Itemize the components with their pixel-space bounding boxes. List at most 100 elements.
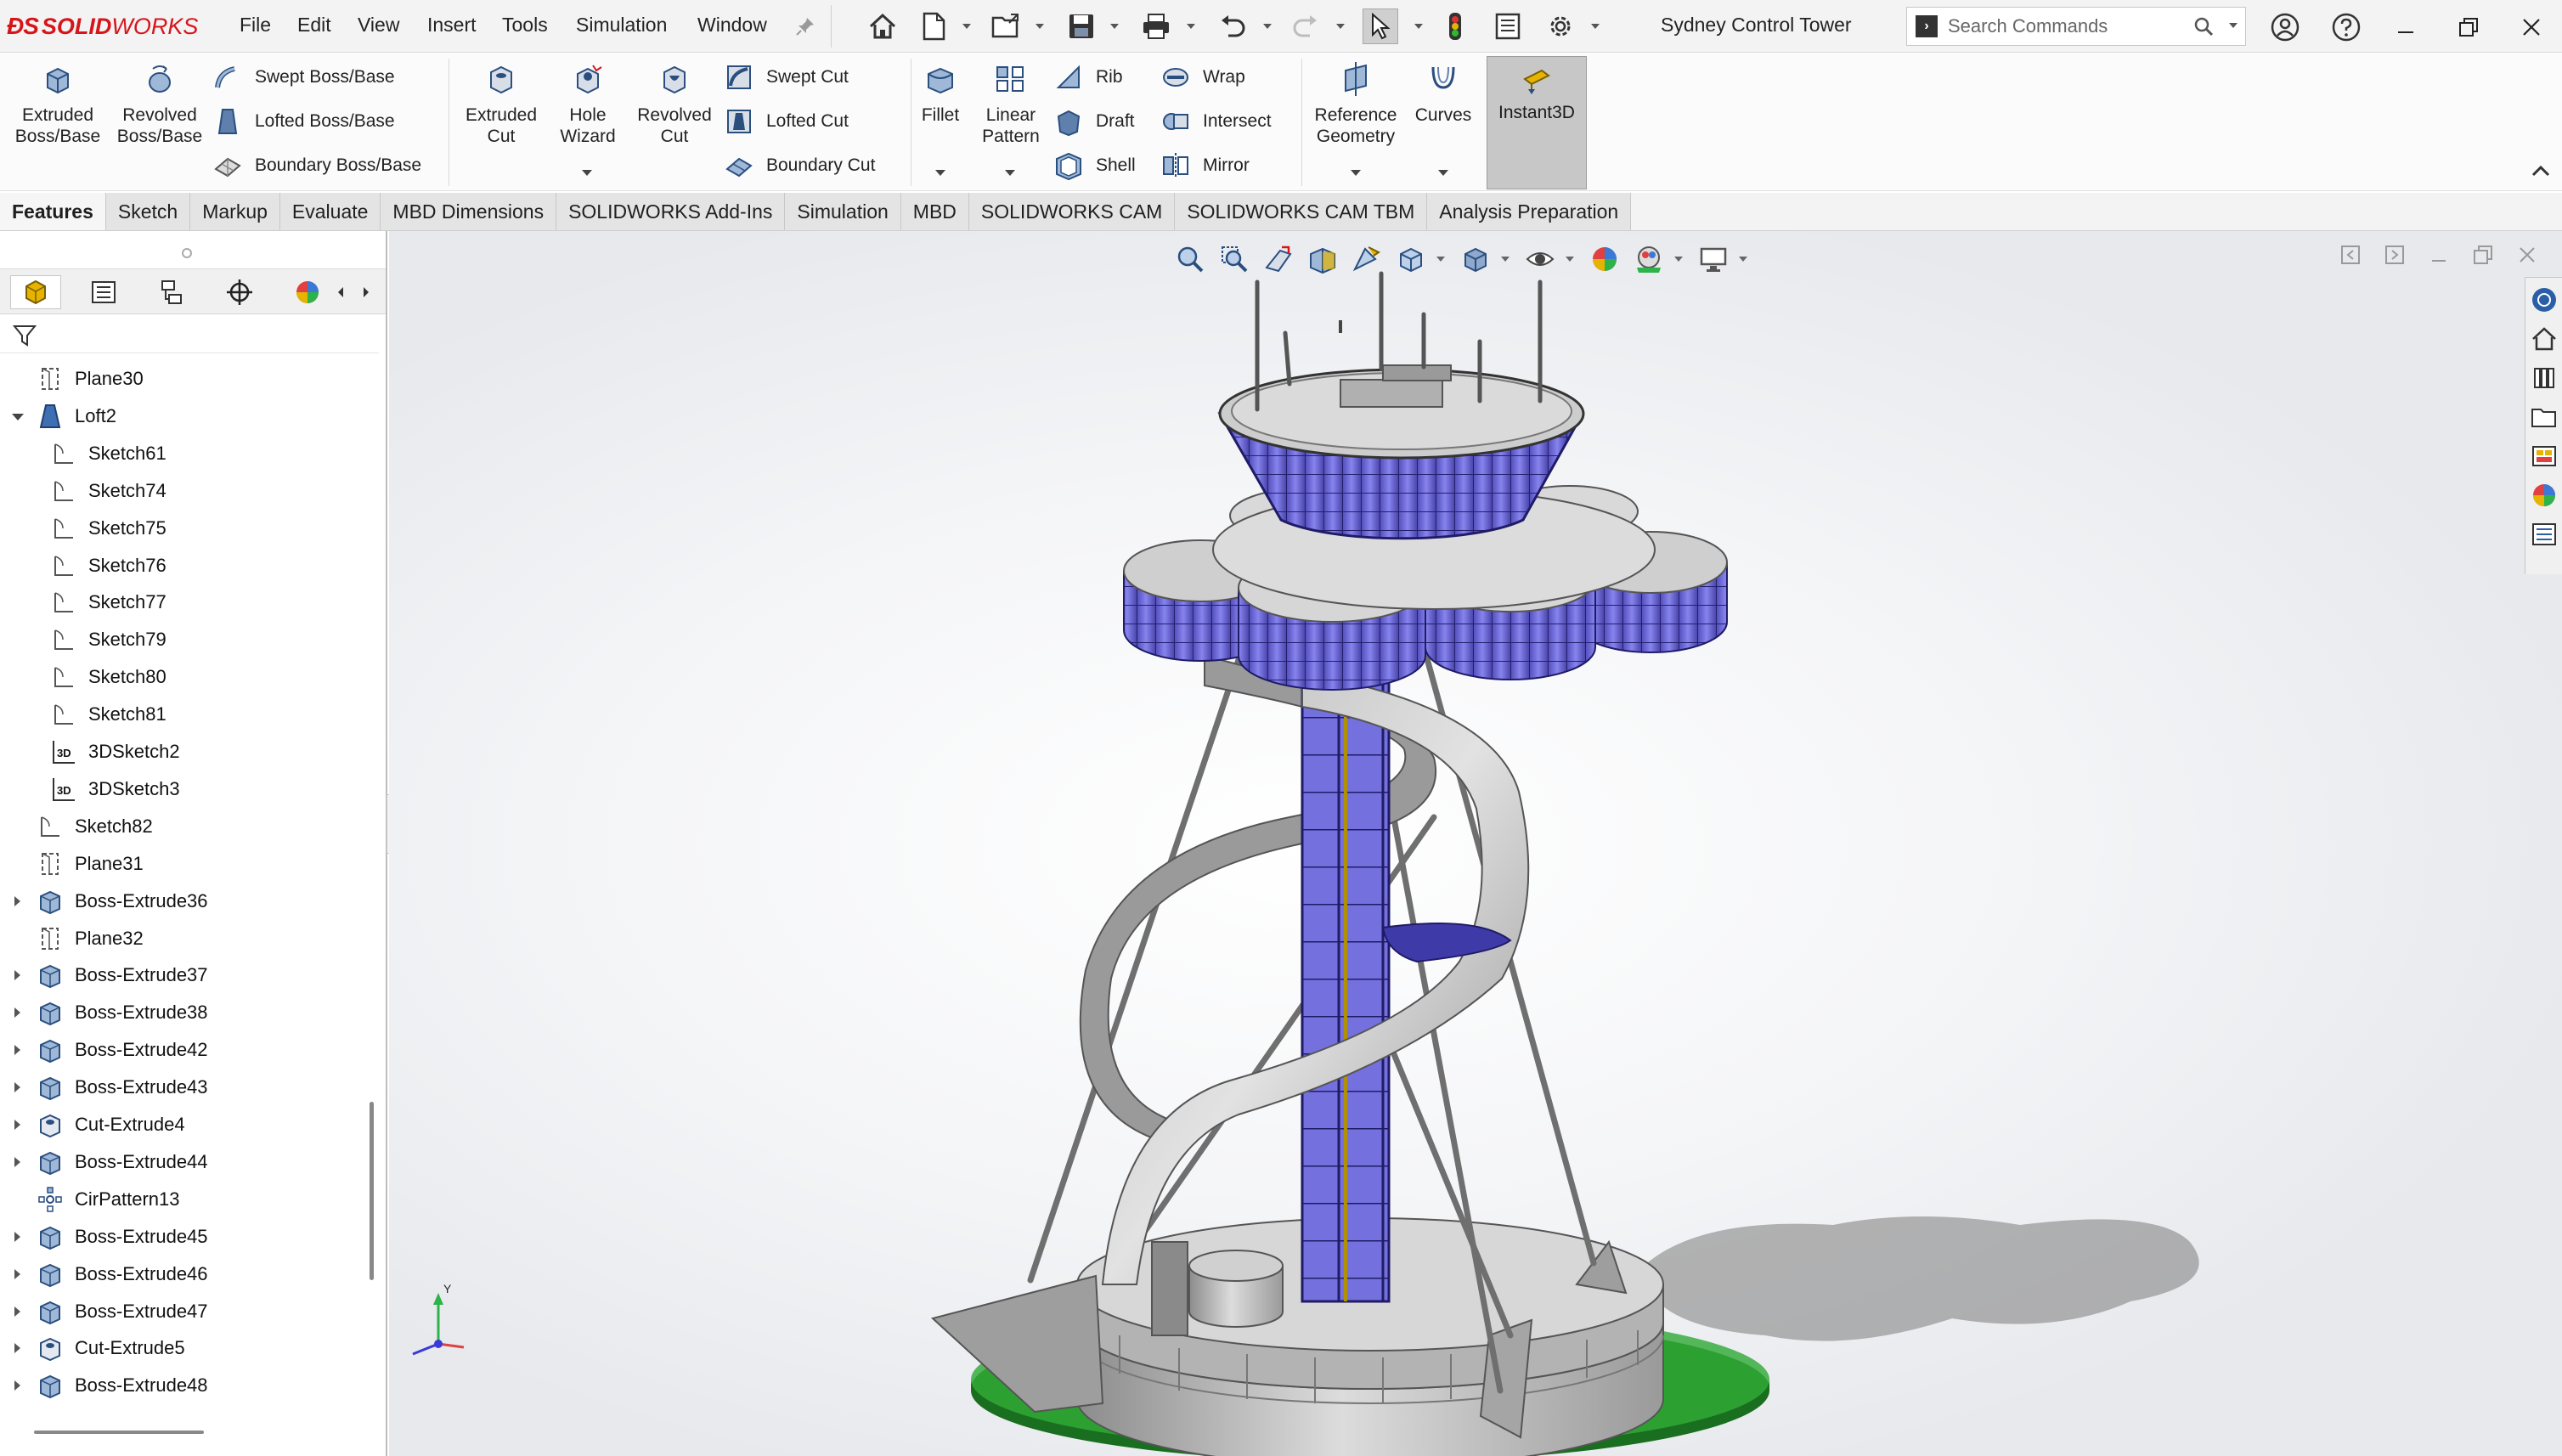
tab-solidworks-cam-tbm[interactable]: SOLIDWORKS CAM TBM bbox=[1175, 193, 1428, 230]
tree-node[interactable]: 3D 3DSketch2 bbox=[49, 735, 180, 769]
tab-mbd[interactable]: MBD bbox=[900, 193, 969, 230]
undo-dropdown-icon[interactable] bbox=[1262, 22, 1273, 32]
filter-funnel-icon[interactable] bbox=[12, 323, 37, 353]
hole-wizard-button[interactable]: Hole Wizard bbox=[540, 62, 635, 147]
design-library-icon[interactable] bbox=[2527, 361, 2561, 395]
menu-edit[interactable]: Edit bbox=[297, 14, 331, 37]
tree-node[interactable]: Boss-Extrude48 bbox=[10, 1369, 208, 1402]
previous-view-icon[interactable] bbox=[1259, 240, 1298, 279]
home-task-icon[interactable] bbox=[2527, 322, 2561, 356]
redo-icon[interactable] bbox=[1288, 8, 1323, 44]
expand-toggle-icon[interactable] bbox=[10, 1154, 25, 1170]
open-folder-icon[interactable] bbox=[989, 8, 1024, 44]
tree-node[interactable]: Sketch75 bbox=[49, 511, 166, 545]
instant3d-button[interactable]: Instant3D bbox=[1487, 56, 1587, 189]
minimize-window-icon[interactable] bbox=[2389, 10, 2423, 44]
expand-toggle-icon[interactable] bbox=[10, 1005, 25, 1020]
view-palette-icon[interactable] bbox=[2527, 439, 2561, 473]
options-gear-icon[interactable] bbox=[1543, 8, 1578, 44]
expand-toggle-icon[interactable] bbox=[10, 968, 25, 983]
tree-node[interactable]: Boss-Extrude42 bbox=[10, 1033, 208, 1067]
dimxpert-manager-icon[interactable] bbox=[214, 275, 265, 309]
user-account-icon[interactable] bbox=[2268, 10, 2302, 44]
tab-solidworks-cam[interactable]: SOLIDWORKS CAM bbox=[968, 193, 1176, 230]
tree-node[interactable]: Loft2 bbox=[10, 399, 116, 433]
panel-scroll-right-icon[interactable] bbox=[357, 281, 375, 303]
dynamic-annotation-views-icon[interactable] bbox=[1347, 240, 1386, 279]
close-window-icon[interactable] bbox=[2514, 10, 2548, 44]
tree-node[interactable]: Boss-Extrude44 bbox=[10, 1145, 208, 1179]
hide-show-dropdown-icon[interactable] bbox=[1565, 253, 1577, 265]
wrap-button[interactable]: Wrap bbox=[1160, 60, 1245, 94]
tree-node[interactable]: Plane32 bbox=[10, 922, 144, 956]
expand-toggle-icon[interactable] bbox=[10, 1267, 25, 1282]
menu-insert[interactable]: Insert bbox=[427, 14, 477, 37]
featuremanager-tree-icon[interactable] bbox=[10, 275, 61, 309]
panel-grip-handle[interactable] bbox=[182, 248, 192, 258]
tree-node[interactable]: Sketch77 bbox=[49, 585, 166, 619]
extruded-cut-button[interactable]: Extruded Cut bbox=[454, 62, 549, 147]
rebuild-traffic-light-icon[interactable] bbox=[1437, 8, 1473, 44]
tree-node[interactable]: 3D 3DSketch3 bbox=[49, 772, 180, 806]
curves-button[interactable]: Curves bbox=[1398, 62, 1488, 126]
print-icon[interactable] bbox=[1138, 8, 1174, 44]
tree-node[interactable]: Cut-Extrude4 bbox=[10, 1108, 185, 1142]
zoom-to-area-icon[interactable] bbox=[1215, 240, 1254, 279]
tree-node[interactable]: Sketch61 bbox=[49, 437, 166, 471]
menu-file[interactable]: File bbox=[240, 14, 271, 37]
tree-node[interactable]: Cut-Extrude5 bbox=[10, 1331, 185, 1365]
tab-mbd-dimensions[interactable]: MBD Dimensions bbox=[381, 193, 557, 230]
tree-node[interactable]: Boss-Extrude36 bbox=[10, 884, 208, 918]
tree-vertical-scrollbar[interactable] bbox=[370, 1102, 374, 1280]
panel-scroll-left-icon[interactable] bbox=[331, 281, 350, 303]
extruded-boss-button[interactable]: Extruded Boss/Base bbox=[10, 62, 105, 147]
property-manager-icon[interactable] bbox=[78, 275, 129, 309]
swept-cut-button[interactable]: Swept Cut bbox=[724, 60, 849, 94]
tree-node[interactable]: Sketch80 bbox=[49, 660, 166, 694]
apply-scene-dropdown-icon[interactable] bbox=[1673, 253, 1685, 265]
tab-features[interactable]: Features bbox=[0, 193, 106, 230]
menu-view[interactable]: View bbox=[358, 14, 399, 37]
redo-dropdown-icon[interactable] bbox=[1335, 22, 1346, 32]
save-dropdown-icon[interactable] bbox=[1109, 22, 1120, 32]
save-icon[interactable] bbox=[1064, 8, 1099, 44]
revolved-boss-button[interactable]: Revolved Boss/Base bbox=[112, 62, 207, 147]
display-manager-icon[interactable] bbox=[282, 275, 333, 309]
tree-node[interactable]: Boss-Extrude43 bbox=[10, 1070, 208, 1104]
solidworks-resources-icon[interactable] bbox=[2527, 283, 2561, 317]
search-commands-box[interactable]: › bbox=[1906, 7, 2246, 46]
tower-3d-model[interactable] bbox=[389, 231, 2562, 1456]
swept-boss-button[interactable]: Swept Boss/Base bbox=[212, 60, 395, 94]
menu-window[interactable]: Window bbox=[697, 14, 767, 37]
options-dropdown-icon[interactable] bbox=[1590, 22, 1600, 32]
view-orientation-dropdown-icon[interactable] bbox=[1436, 253, 1447, 265]
expand-toggle-icon[interactable] bbox=[10, 1378, 25, 1393]
collapse-toggle-icon[interactable] bbox=[10, 409, 25, 424]
select-dropdown-icon[interactable] bbox=[1414, 22, 1424, 32]
fillet-dropdown-icon[interactable] bbox=[935, 170, 945, 176]
tree-node[interactable]: Sketch74 bbox=[49, 474, 166, 508]
mirror-button[interactable]: Mirror bbox=[1160, 149, 1250, 183]
tree-node[interactable]: Sketch82 bbox=[10, 810, 153, 844]
linear-pattern-button[interactable]: Linear Pattern bbox=[977, 62, 1045, 147]
reference-geometry-dropdown-icon[interactable] bbox=[1351, 170, 1361, 176]
tree-horizontal-scrollbar[interactable] bbox=[34, 1431, 204, 1434]
display-style-icon[interactable] bbox=[1456, 240, 1495, 279]
curves-dropdown-icon[interactable] bbox=[1438, 170, 1448, 176]
help-icon[interactable] bbox=[2329, 10, 2363, 44]
expand-toggle-icon[interactable] bbox=[10, 1080, 25, 1095]
hide-show-items-icon[interactable] bbox=[1521, 240, 1560, 279]
boundary-boss-button[interactable]: Boundary Boss/Base bbox=[212, 149, 421, 183]
configuration-manager-icon[interactable] bbox=[146, 275, 197, 309]
boundary-cut-button[interactable]: Boundary Cut bbox=[724, 149, 875, 183]
shell-button[interactable]: Shell bbox=[1053, 149, 1136, 183]
tab-markup[interactable]: Markup bbox=[190, 193, 280, 230]
viewport-restore-icon[interactable] bbox=[2465, 238, 2501, 272]
select-cursor-icon[interactable] bbox=[1363, 8, 1398, 44]
reference-geometry-button[interactable]: Reference Geometry bbox=[1306, 62, 1405, 147]
print-dropdown-icon[interactable] bbox=[1186, 22, 1196, 32]
restore-window-icon[interactable] bbox=[2452, 10, 2486, 44]
tree-node[interactable]: Plane31 bbox=[10, 847, 144, 881]
expand-toggle-icon[interactable] bbox=[10, 894, 25, 909]
hole-wizard-dropdown-icon[interactable] bbox=[582, 170, 592, 176]
